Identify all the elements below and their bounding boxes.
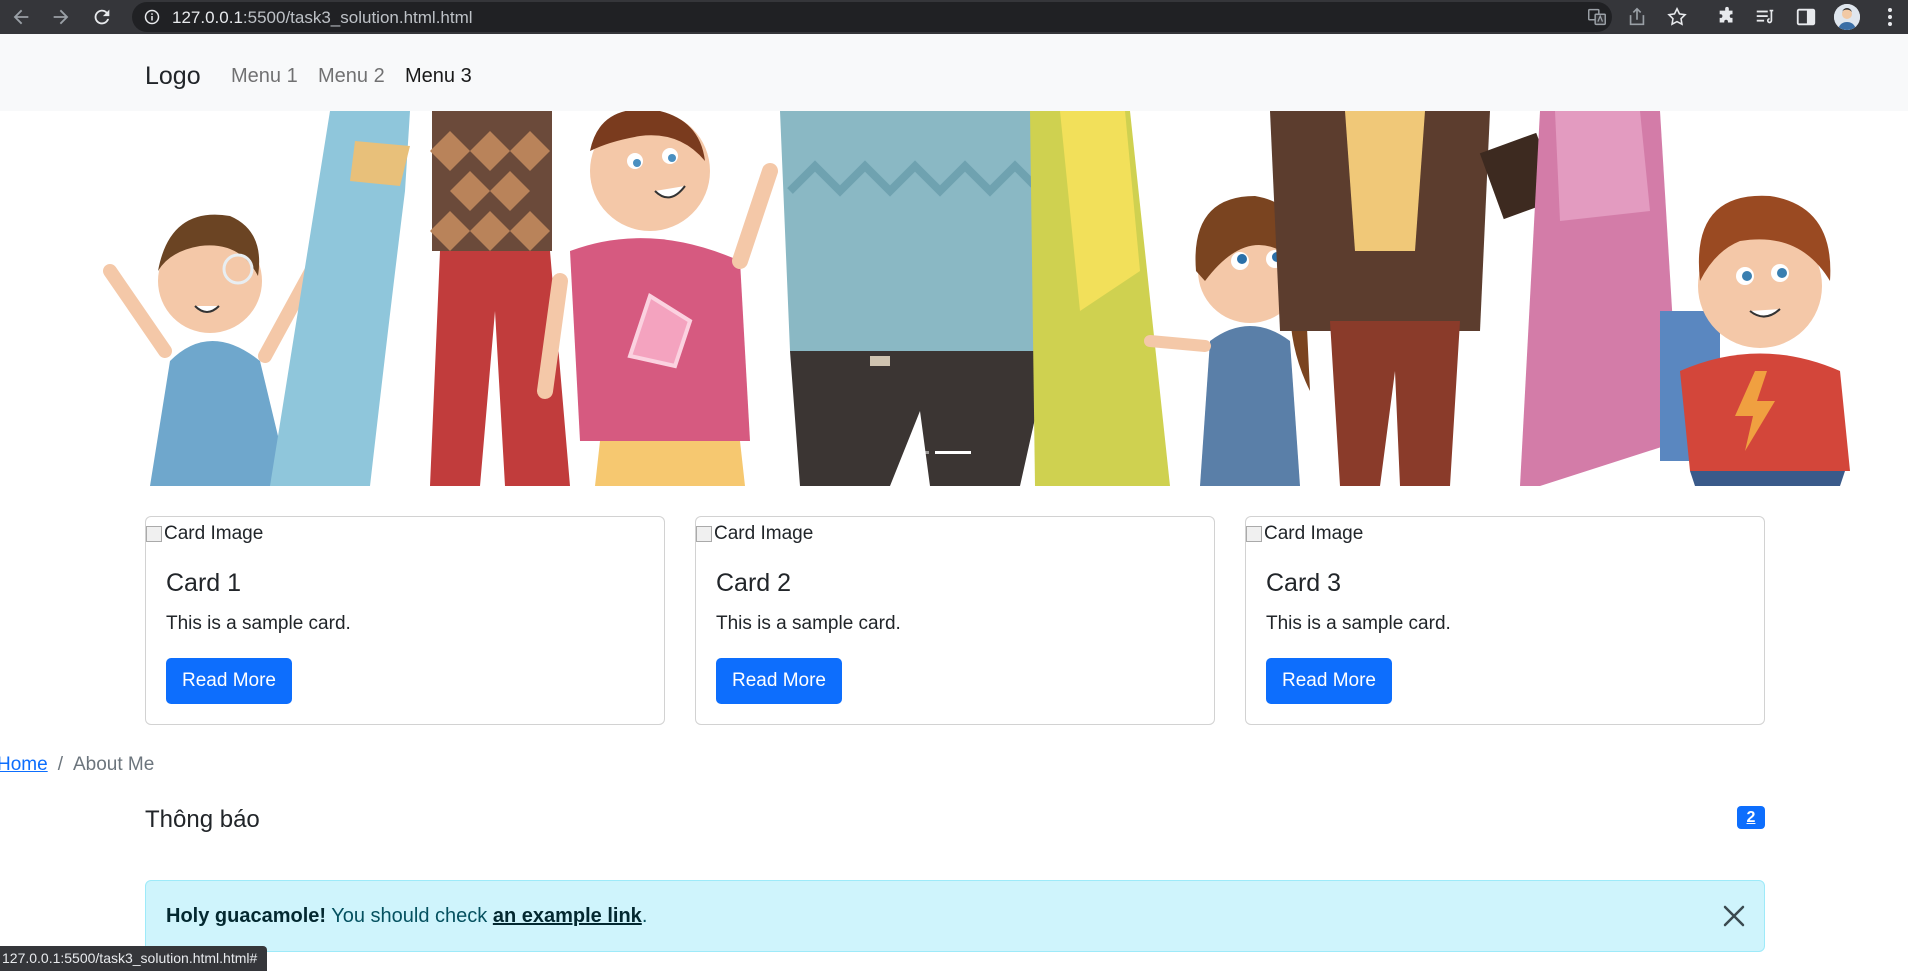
card-text: This is a sample card. <box>166 613 351 634</box>
side-panel-icon[interactable] <box>1795 6 1817 28</box>
navbar: Logo Menu 1 Menu 2 Menu 3 <box>0 34 1908 111</box>
carousel-indicator-2[interactable] <box>935 451 971 454</box>
card-image: Card Image <box>1246 523 1363 545</box>
link-status-bubble: 127.0.0.1:5500/task3_solution.html.html# <box>0 946 268 971</box>
hero-carousel[interactable] <box>0 111 1908 486</box>
alert-message: Holy guacamole! You should check an exam… <box>166 905 647 928</box>
card-text: This is a sample card. <box>1266 613 1451 634</box>
translate-icon[interactable] <box>1586 6 1608 28</box>
extensions-icon[interactable] <box>1716 6 1738 28</box>
breadcrumb: Home / About Me <box>0 754 154 776</box>
nav-menu-3[interactable]: Menu 3 <box>405 65 472 88</box>
broken-image-icon <box>1246 526 1262 542</box>
nav-menu-2[interactable]: Menu 2 <box>318 65 385 88</box>
browser-menu-icon[interactable] <box>1880 6 1900 28</box>
card-image-alt: Card Image <box>164 523 264 544</box>
address-bar[interactable]: 127.0.0.1:5500/task3_solution.html.html <box>132 2 1612 32</box>
alert-example-link[interactable]: an example link <box>493 905 642 927</box>
card-image: Card Image <box>696 523 813 545</box>
site-info-icon[interactable] <box>144 9 160 25</box>
reload-icon[interactable] <box>91 6 113 28</box>
url-text: 127.0.0.1:5500/task3_solution.html.html <box>172 8 473 28</box>
card-title: Card 1 <box>166 569 242 597</box>
bookmark-star-icon[interactable] <box>1666 6 1688 28</box>
card-title: Card 3 <box>1266 569 1342 597</box>
card-image-alt: Card Image <box>1264 523 1364 544</box>
close-icon[interactable] <box>1721 903 1747 929</box>
alert-end: . <box>641 905 648 927</box>
card-image-alt: Card Image <box>714 523 814 544</box>
info-alert: Holy guacamole! You should check an exam… <box>145 880 1765 952</box>
notifications-title: Thông báo <box>145 806 260 833</box>
url-host: 127.0.0.1 <box>172 8 243 27</box>
share-icon[interactable] <box>1626 6 1648 28</box>
card-text: This is a sample card. <box>716 613 901 634</box>
browser-toolbar: 127.0.0.1:5500/task3_solution.html.html <box>0 0 1908 34</box>
read-more-button[interactable]: Read More <box>716 658 842 704</box>
breadcrumb-current: About Me <box>72 754 155 775</box>
back-icon[interactable] <box>10 6 32 28</box>
family-illustration-image <box>0 111 1908 486</box>
broken-image-icon <box>696 526 712 542</box>
nav-menu-1[interactable]: Menu 1 <box>231 65 298 88</box>
reading-list-icon[interactable] <box>1754 6 1776 28</box>
card-title: Card 2 <box>716 569 792 597</box>
broken-image-icon <box>146 526 162 542</box>
breadcrumb-home-link[interactable]: Home <box>0 754 48 775</box>
notification-count-badge[interactable]: 2 <box>1737 806 1765 829</box>
alert-text: You should check <box>326 905 493 927</box>
carousel-indicator-1[interactable] <box>905 451 929 454</box>
navbar-brand-logo[interactable]: Logo <box>145 62 201 91</box>
url-path: :5500/task3_solution.html.html <box>242 8 473 27</box>
breadcrumb-separator: / <box>57 754 63 775</box>
card-1: Card Image Card 1 This is a sample card.… <box>145 516 665 725</box>
profile-avatar[interactable] <box>1834 4 1860 30</box>
alert-strong-text: Holy guacamole! <box>166 905 327 927</box>
card-image: Card Image <box>146 523 263 545</box>
read-more-button[interactable]: Read More <box>1266 658 1392 704</box>
card-3: Card Image Card 3 This is a sample card.… <box>1245 516 1765 725</box>
read-more-button[interactable]: Read More <box>166 658 292 704</box>
card-2: Card Image Card 2 This is a sample card.… <box>695 516 1215 725</box>
forward-icon[interactable] <box>50 6 72 28</box>
